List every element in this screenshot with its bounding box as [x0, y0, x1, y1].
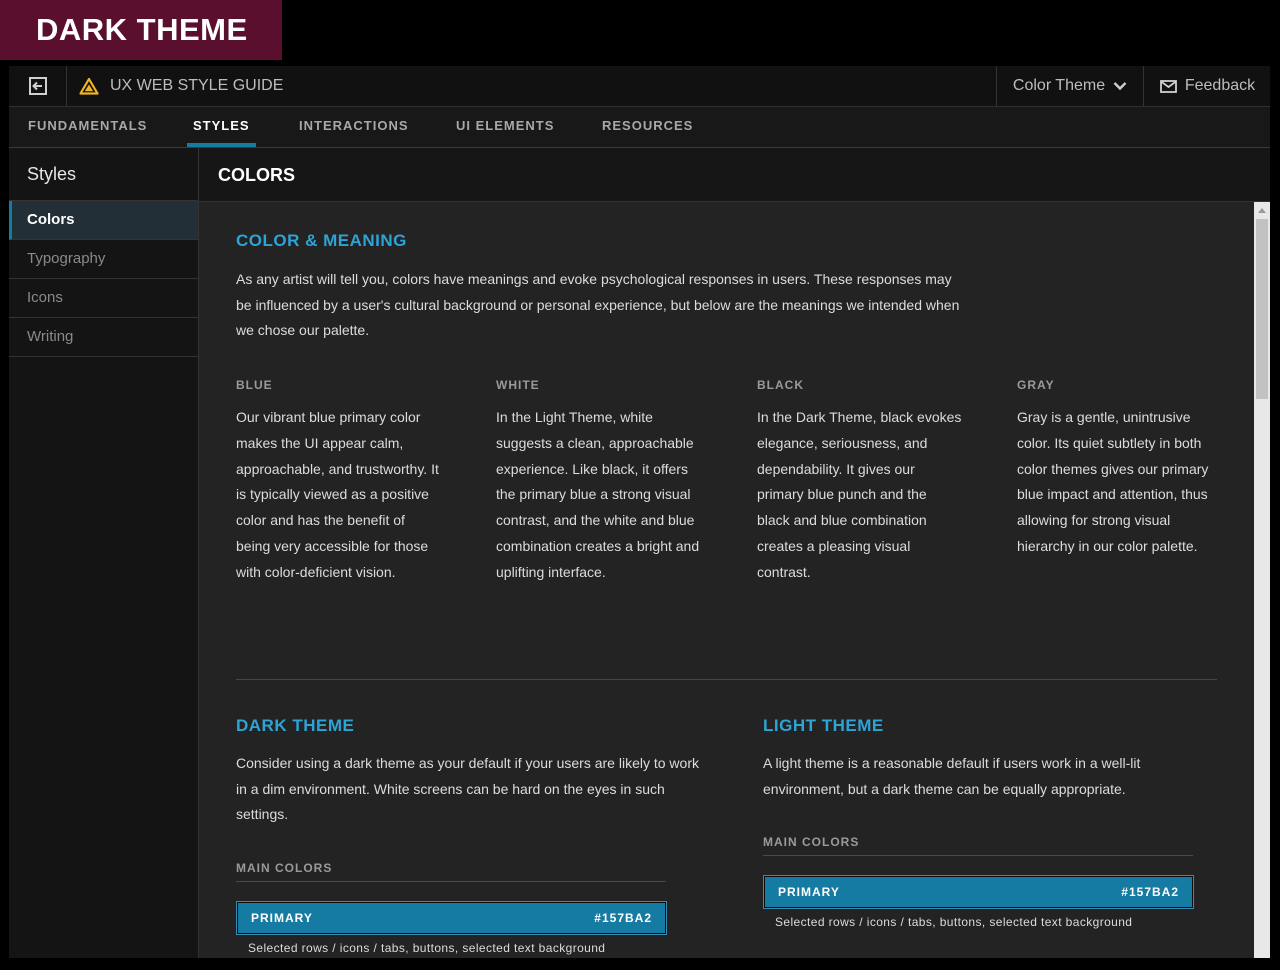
- color-meaning-intro: As any artist will tell you, colors have…: [236, 271, 960, 339]
- swatch-name: PRIMARY: [251, 911, 313, 925]
- dark-main-colors-label: MAIN COLORS: [236, 861, 666, 882]
- swatch-name: PRIMARY: [778, 885, 840, 899]
- brand-title: UX WEB STYLE GUIDE: [110, 77, 284, 94]
- mail-icon: [1159, 79, 1177, 93]
- theme-badge: DARK THEME: [0, 0, 282, 60]
- dark-swatch-description: Selected rows / icons / tabs, buttons, s…: [248, 941, 606, 955]
- column-title-white: WHITE: [496, 378, 540, 392]
- tab-resources[interactable]: RESOURCES: [596, 107, 699, 147]
- tab-interactions[interactable]: INTERACTIONS: [293, 107, 415, 147]
- light-main-colors-label: MAIN COLORS: [763, 835, 1193, 856]
- column-title-black: BLACK: [757, 378, 804, 392]
- vertical-scrollbar[interactable]: [1254, 202, 1270, 958]
- column-text-white: In the Light Theme, white suggests a cle…: [496, 409, 700, 580]
- dark-theme-text: Consider using a dark theme as your defa…: [236, 755, 699, 823]
- sidebar: Styles Colors Typography Icons Writing: [9, 148, 199, 958]
- column-text-black: In the Dark Theme, black evokes elegance…: [757, 409, 962, 580]
- column-text-gray: Gray is a gentle, unintrusive color. Its…: [1017, 409, 1209, 554]
- section-heading-light-theme: LIGHT THEME: [763, 716, 884, 735]
- tab-styles[interactable]: STYLES: [187, 107, 256, 147]
- dark-primary-swatch: PRIMARY #157BA2: [236, 901, 667, 935]
- page-title: COLORS: [199, 148, 1270, 202]
- main-nav: FUNDAMENTALS STYLES INTERACTIONS UI ELEM…: [9, 107, 1270, 148]
- column-title-blue: BLUE: [236, 378, 273, 392]
- brand[interactable]: UX WEB STYLE GUIDE: [79, 66, 283, 106]
- scroll-thumb[interactable]: [1256, 219, 1268, 399]
- section-heading-color-meaning: COLOR & MEANING: [236, 231, 407, 250]
- light-swatch-description: Selected rows / icons / tabs, buttons, s…: [775, 915, 1133, 929]
- feedback-button[interactable]: Feedback: [1145, 66, 1270, 106]
- exit-button[interactable]: [9, 66, 67, 106]
- tab-ui-elements[interactable]: UI ELEMENTS: [450, 107, 560, 147]
- color-theme-dropdown[interactable]: Color Theme: [996, 66, 1144, 106]
- section-heading-dark-theme: DARK THEME: [236, 716, 355, 735]
- section-divider: [236, 679, 1217, 680]
- sidebar-item-typography[interactable]: Typography: [9, 240, 198, 279]
- content-area: COLOR & MEANING As any artist will tell …: [199, 202, 1254, 958]
- sidebar-item-icons[interactable]: Icons: [9, 279, 198, 318]
- scroll-up-icon[interactable]: [1258, 208, 1266, 213]
- sidebar-item-colors[interactable]: Colors: [9, 201, 198, 240]
- sidebar-item-writing[interactable]: Writing: [9, 318, 198, 357]
- app-window: UX WEB STYLE GUIDE Color Theme Feedback …: [9, 66, 1270, 958]
- exit-icon: [28, 77, 47, 95]
- color-theme-label: Color Theme: [1012, 77, 1106, 94]
- tab-fundamentals[interactable]: FUNDAMENTALS: [22, 107, 153, 147]
- light-primary-swatch: PRIMARY #157BA2: [763, 875, 1194, 909]
- swatch-hex: #157BA2: [1121, 885, 1179, 899]
- column-text-blue: Our vibrant blue primary color makes the…: [236, 409, 439, 580]
- swatch-hex: #157BA2: [594, 911, 652, 925]
- light-theme-text: A light theme is a reasonable default if…: [763, 755, 1141, 797]
- column-title-gray: GRAY: [1017, 378, 1055, 392]
- chevron-down-icon: [1113, 82, 1127, 91]
- sidebar-title: Styles: [9, 148, 198, 201]
- feedback-label: Feedback: [1184, 77, 1256, 94]
- warning-triangle-icon: [79, 77, 99, 95]
- top-bar: UX WEB STYLE GUIDE Color Theme Feedback: [9, 66, 1270, 107]
